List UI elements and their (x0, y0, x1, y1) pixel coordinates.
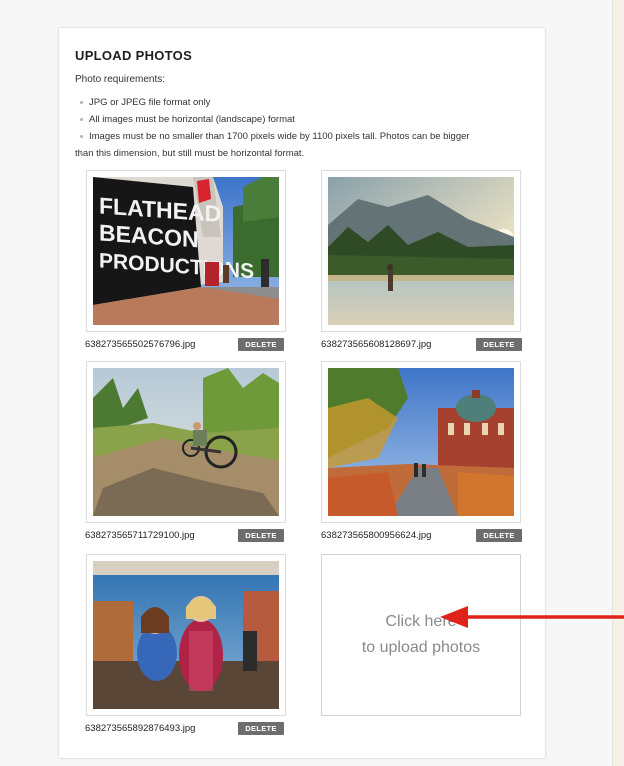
upload-text-line2: to upload photos (361, 639, 481, 656)
requirements-label: Photo requirements: (75, 74, 166, 85)
kids-diner-photo (93, 561, 279, 709)
section-title: UPLOAD PHOTOS (75, 48, 193, 63)
courthouse-photo (328, 368, 514, 516)
requirement-continuation: than this dimension, but still must be h… (75, 148, 305, 159)
requirements-list: JPG or JPEG file format only All images … (75, 94, 535, 162)
photo-filename-2: 638273565608128697.jpg (321, 339, 432, 350)
photo-thumbnail-4[interactable] (321, 361, 521, 523)
requirement-item: JPG or JPEG file format only (75, 94, 535, 111)
requirement-item: Images must be no smaller than 1700 pixe… (75, 128, 535, 145)
storefront-photo: FLATHEAD BEACON PRODUCTIONS (93, 177, 279, 325)
photo-thumbnail-3[interactable] (86, 361, 286, 523)
delete-button-1[interactable]: DELETE (238, 338, 284, 351)
photo-thumbnail-5[interactable] (86, 554, 286, 716)
red-arrow-icon (440, 606, 624, 628)
photo-filename-1: 638273565502576796.jpg (85, 339, 196, 350)
photo-thumbnail-1[interactable]: FLATHEAD BEACON PRODUCTIONS (86, 170, 286, 332)
photo-filename-3: 638273565711729100.jpg (85, 530, 195, 541)
cyclist-photo (93, 368, 279, 516)
photo-thumbnail-2[interactable] (321, 170, 521, 332)
delete-button-4[interactable]: DELETE (476, 529, 522, 542)
upload-photos-dropzone[interactable]: Click here to upload photos (321, 554, 521, 716)
photo-filename-4: 638273565800956624.jpg (321, 530, 432, 541)
requirement-item-continued: than this dimension, but still must be h… (75, 145, 535, 162)
right-side-panel (612, 0, 624, 766)
delete-button-5[interactable]: DELETE (238, 722, 284, 735)
river-photo (328, 177, 514, 325)
photo-filename-5: 638273565892876493.jpg (85, 723, 196, 734)
delete-button-2[interactable]: DELETE (476, 338, 522, 351)
requirement-item: All images must be horizontal (landscape… (75, 111, 535, 128)
upload-photos-card: UPLOAD PHOTOS Photo requirements: JPG or… (58, 27, 546, 759)
delete-button-3[interactable]: DELETE (238, 529, 284, 542)
